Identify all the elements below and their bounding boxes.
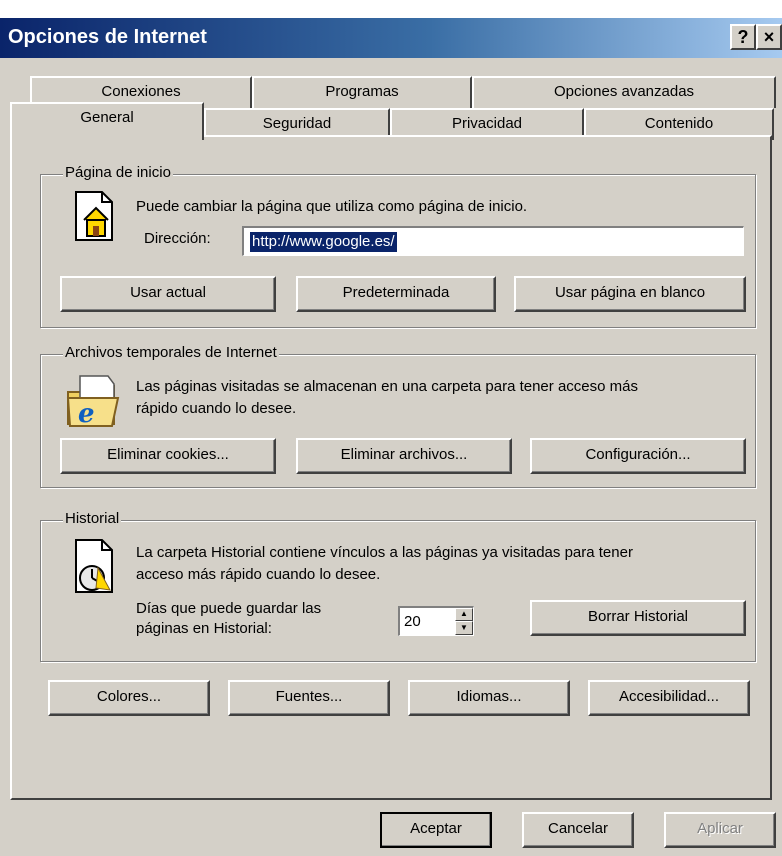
history-description-1: La carpeta Historial contiene vínculos a… (136, 544, 633, 561)
delete-files-button[interactable]: Eliminar archivos... (296, 438, 512, 474)
history-description-2: acceso más rápido cuando lo desee. (136, 566, 381, 583)
delete-cookies-button[interactable]: Eliminar cookies... (60, 438, 276, 474)
tab-programas[interactable]: Programas (252, 76, 472, 108)
use-blank-button[interactable]: Usar página en blanco (514, 276, 746, 312)
svg-text:e: e (78, 399, 95, 429)
address-label: Dirección: (144, 230, 211, 247)
apply-button[interactable]: Aplicar (664, 812, 776, 848)
history-icon (68, 538, 118, 594)
days-value: 20 (404, 613, 421, 630)
use-current-button[interactable]: Usar actual (60, 276, 276, 312)
address-value: http://www.google.es/ (250, 232, 397, 252)
days-spinner[interactable]: 20 ▲ ▼ (398, 606, 474, 636)
home-page-group-label: Página de inicio (63, 164, 173, 181)
temp-files-group-label: Archivos temporales de Internet (63, 344, 279, 361)
accessibility-button[interactable]: Accesibilidad... (588, 680, 750, 716)
address-input[interactable]: http://www.google.es/ (242, 226, 744, 256)
cancel-button[interactable]: Cancelar (522, 812, 634, 848)
spin-down-icon[interactable]: ▼ (455, 621, 473, 635)
top-margin (0, 0, 782, 18)
ok-button[interactable]: Aceptar (380, 812, 492, 848)
home-page-description: Puede cambiar la página que utiliza como… (136, 198, 528, 215)
tab-general[interactable]: General (10, 102, 204, 140)
fonts-button[interactable]: Fuentes... (228, 680, 390, 716)
ie-folder-icon: e (64, 372, 122, 430)
history-group: Historial (40, 510, 756, 662)
days-label-1: Días que puede guardar las (136, 600, 322, 617)
tab-opciones-avanzadas[interactable]: Opciones avanzadas (472, 76, 776, 108)
internet-options-dialog: Opciones de Internet ? × Conexiones Prog… (0, 0, 782, 856)
spin-up-icon[interactable]: ▲ (455, 608, 473, 621)
settings-button[interactable]: Configuración... (530, 438, 746, 474)
title-bar[interactable]: Opciones de Internet ? × (0, 18, 782, 58)
clear-history-button[interactable]: Borrar Historial (530, 600, 746, 636)
help-button[interactable]: ? (730, 24, 756, 50)
history-group-label: Historial (63, 510, 122, 527)
days-label-2: páginas en Historial: (136, 620, 272, 637)
close-button[interactable]: × (756, 24, 782, 50)
colors-button[interactable]: Colores... (48, 680, 210, 716)
use-default-button[interactable]: Predeterminada (296, 276, 496, 312)
temp-files-description-1: Las páginas visitadas se almacenan en un… (136, 378, 638, 395)
languages-button[interactable]: Idiomas... (408, 680, 570, 716)
home-page-icon (70, 190, 118, 242)
window-title: Opciones de Internet (8, 26, 207, 48)
temp-files-description-2: rápido cuando lo desee. (136, 400, 297, 417)
